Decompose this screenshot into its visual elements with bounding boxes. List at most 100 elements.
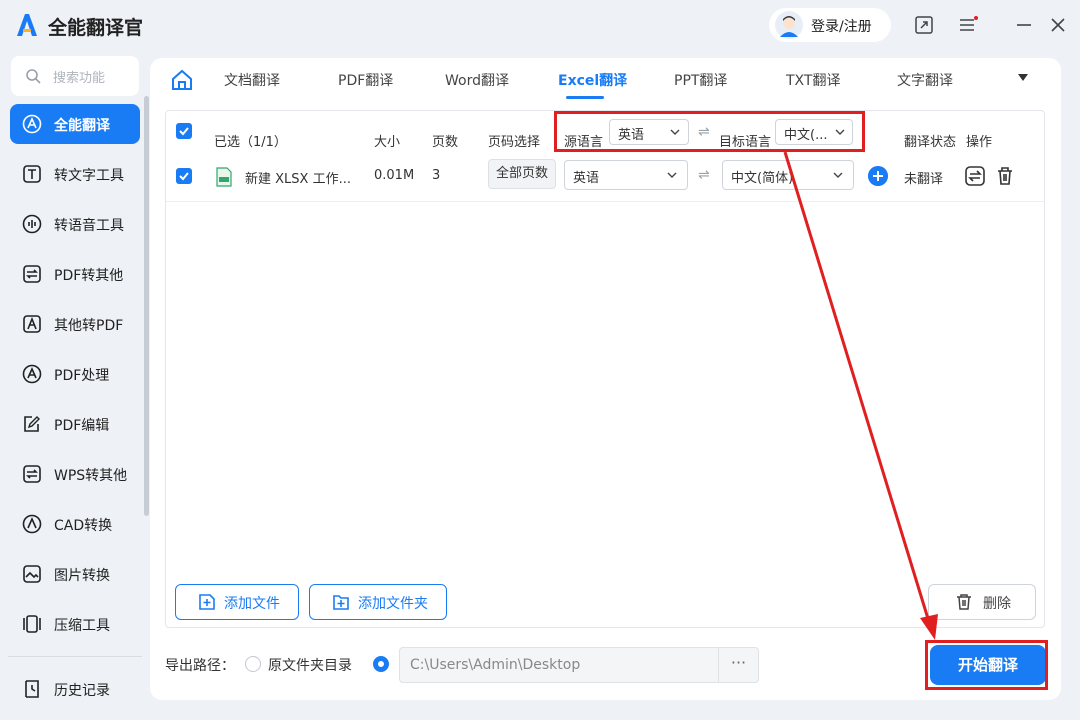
delete-label: 删除: [983, 596, 1011, 612]
audio-icon: [22, 214, 42, 234]
sidebar-item-pdf-edit[interactable]: PDF编辑: [10, 404, 140, 444]
file-name: 新建 XLSX 工作...: [245, 172, 351, 187]
tab-pdf[interactable]: PDF翻译: [338, 70, 393, 90]
sidebar-item-label: 全能翻译: [54, 118, 110, 134]
trash-icon: [957, 594, 971, 610]
add-folder-button[interactable]: 添加文件夹: [309, 584, 447, 620]
shrink-window-icon[interactable]: [913, 14, 935, 36]
to-pdf-icon: [23, 315, 41, 333]
wps-icon: [23, 465, 41, 483]
add-folder-icon: [333, 595, 349, 610]
more-tabs-icon[interactable]: [1018, 74, 1028, 81]
sidebar-item-compress[interactable]: 压缩工具: [10, 604, 140, 644]
highlight-start-box: [925, 640, 1048, 690]
app-title: 全能翻译官: [48, 17, 144, 39]
sidebar-item-image-convert[interactable]: 图片转换: [10, 554, 140, 594]
file-size: 0.01M: [374, 168, 415, 183]
page-select-button[interactable]: 全部页数: [488, 159, 556, 189]
avatar-icon: [775, 11, 803, 39]
sidebar-item-label: PDF转其他: [54, 268, 124, 284]
add-file-button[interactable]: 添加文件: [175, 584, 299, 620]
compress-icon: [23, 615, 41, 633]
sidebar-item-cad-convert[interactable]: CAD转换: [10, 504, 140, 544]
sidebar-divider: [8, 656, 142, 657]
sidebar-item-pdf-convert[interactable]: PDF转其他: [10, 254, 140, 294]
add-file-label: 添加文件: [224, 596, 280, 612]
pdf-process-icon: [22, 364, 42, 384]
xlsx-file-icon: [216, 167, 232, 187]
tab-txt[interactable]: TXT翻译: [786, 70, 840, 90]
sidebar-scrollbar[interactable]: [144, 96, 149, 516]
column-header-size: 大小: [374, 135, 401, 150]
file-pages: 3: [432, 168, 441, 183]
tab-ppt[interactable]: PPT翻译: [674, 70, 727, 90]
trash-icon[interactable]: [994, 165, 1016, 187]
image-icon: [23, 565, 41, 583]
sidebar: 搜索功能 全能翻译 转文字工具 转语音工具 PDF转其他 其他转PDF PDF处…: [0, 52, 150, 720]
chevron-down-icon: [667, 172, 677, 178]
highlight-language-box: [554, 111, 865, 152]
check-icon: [179, 172, 189, 181]
browse-path-button[interactable]: ···: [718, 647, 759, 683]
column-header-status: 翻译状态: [904, 135, 957, 150]
translate-status: 未翻译: [904, 172, 944, 187]
row-swap-languages-icon[interactable]: ⇌: [698, 167, 710, 183]
pdf-edit-icon: [24, 416, 40, 432]
sidebar-item-text-tool[interactable]: 转文字工具: [10, 154, 140, 194]
add-language-icon[interactable]: [868, 166, 888, 186]
title-bar: 全能翻译官 登录/注册: [0, 0, 1080, 52]
sidebar-item-label: WPS转其他: [54, 468, 128, 484]
sidebar-item-label: 压缩工具: [54, 618, 110, 634]
selected-count: 已选（1/1）: [214, 135, 287, 150]
chevron-down-icon: [833, 172, 843, 178]
export-path-input[interactable]: C:\Users\Admin\Desktop: [399, 647, 719, 683]
home-icon[interactable]: [170, 68, 194, 92]
row-source-language-select[interactable]: 英语: [564, 160, 688, 190]
pdf-convert-icon: [23, 265, 41, 283]
sidebar-item-pdf-process[interactable]: PDF处理: [10, 354, 140, 394]
swap-icon[interactable]: [964, 165, 986, 187]
select-all-checkbox[interactable]: [176, 123, 192, 139]
add-folder-label: 添加文件夹: [358, 596, 428, 612]
sidebar-item-label: 历史记录: [54, 683, 110, 699]
row-checkbox[interactable]: [176, 168, 192, 184]
add-file-icon: [199, 594, 215, 610]
sidebar-item-wps-convert[interactable]: WPS转其他: [10, 454, 140, 494]
sidebar-item-label: PDF编辑: [54, 418, 110, 434]
tab-document[interactable]: 文档翻译: [224, 70, 280, 90]
sidebar-item-history[interactable]: 历史记录: [10, 669, 140, 709]
login-button[interactable]: 登录/注册: [769, 8, 891, 42]
search-placeholder: 搜索功能: [53, 71, 106, 86]
delete-button[interactable]: 删除: [928, 584, 1036, 620]
sidebar-item-audio-tool[interactable]: 转语音工具: [10, 204, 140, 244]
tab-text[interactable]: 文字翻译: [897, 70, 953, 90]
history-icon: [25, 680, 39, 698]
radio-original-folder-label: 原文件夹目录: [268, 658, 352, 674]
menu-icon[interactable]: [957, 14, 979, 36]
row-divider: [166, 201, 1044, 202]
search-input[interactable]: 搜索功能: [11, 56, 139, 96]
sidebar-item-to-pdf[interactable]: 其他转PDF: [10, 304, 140, 344]
translate-icon: [22, 114, 42, 134]
text-icon: [23, 165, 41, 183]
column-header-page-select: 页码选择: [488, 135, 541, 150]
sidebar-item-all-translate[interactable]: 全能翻译: [10, 104, 140, 144]
export-path-label: 导出路径：: [165, 658, 235, 674]
radio-original-folder[interactable]: [245, 656, 261, 672]
row-target-language-value: 中文(简体): [731, 171, 794, 186]
column-header-action: 操作: [966, 135, 993, 150]
column-header-pages: 页数: [432, 135, 459, 150]
radio-custom-path[interactable]: [373, 656, 389, 672]
sidebar-item-label: 转语音工具: [54, 218, 124, 234]
sidebar-item-label: 图片转换: [54, 568, 110, 584]
sidebar-item-label: 其他转PDF: [54, 318, 124, 334]
sidebar-item-label: 转文字工具: [54, 168, 124, 184]
close-icon[interactable]: [1047, 14, 1069, 36]
cad-icon: [22, 514, 42, 534]
login-label: 登录/注册: [811, 19, 872, 35]
row-target-language-select[interactable]: 中文(简体): [722, 160, 854, 190]
minimize-icon[interactable]: [1013, 14, 1035, 36]
tab-word[interactable]: Word翻译: [445, 70, 509, 90]
tab-excel[interactable]: Excel翻译: [558, 70, 627, 90]
search-icon: [26, 69, 41, 84]
